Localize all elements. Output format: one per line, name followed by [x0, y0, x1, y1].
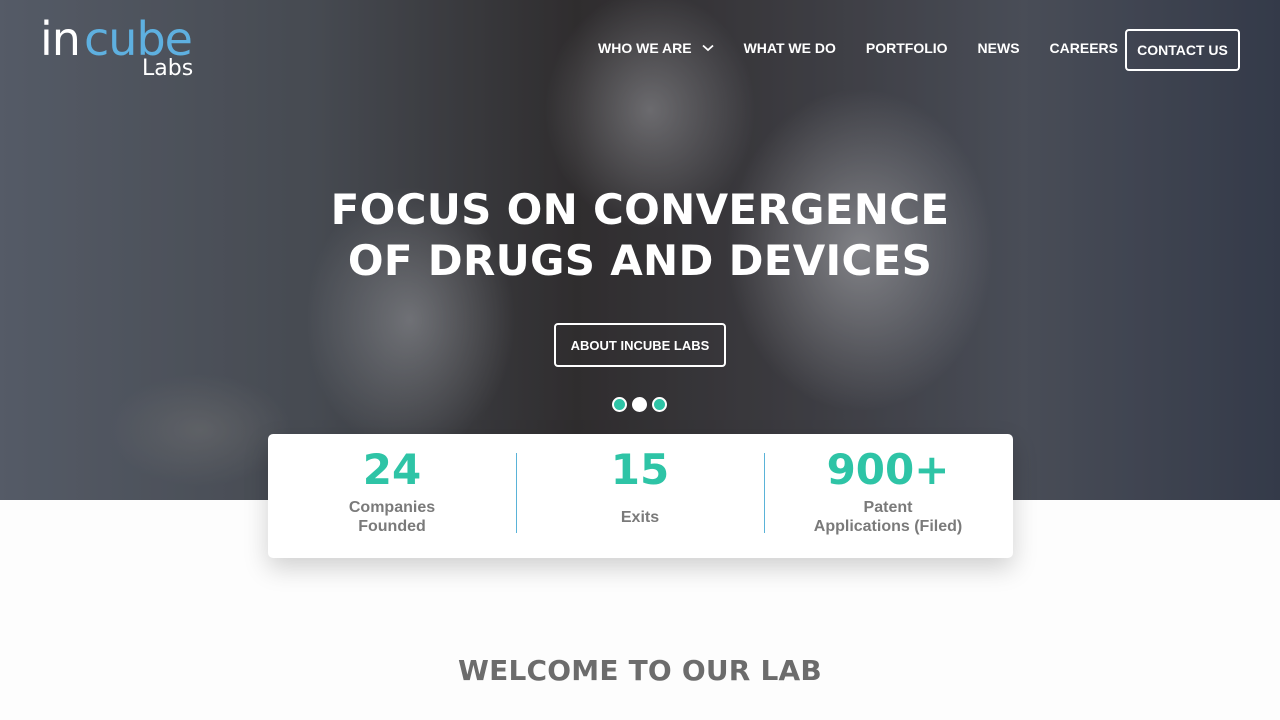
nav-item-label: PORTFOLIO	[865, 40, 948, 56]
stat-label-line: Companies	[348, 499, 436, 516]
about-incube-labs-button[interactable]: ABOUT INCUBE LABS	[554, 323, 726, 367]
slide-dot-1[interactable]	[612, 397, 627, 412]
nav-item-news[interactable]: NEWS	[978, 40, 1020, 56]
contact-us-button[interactable]: CONTACT US	[1125, 29, 1240, 71]
hero-headline: FOCUS ON CONVERGENCE OF DRUGS AND DEVICE…	[240, 184, 1040, 286]
stat-label: Exits	[516, 508, 764, 527]
main-nav: WHO WE ARE WHAT WE DO PORTFOLIO NEWS CAR…	[598, 38, 1148, 58]
nav-item-careers[interactable]: CAREERS	[1050, 40, 1118, 56]
logo-text-in: in	[40, 12, 81, 66]
stat-value: 15	[610, 445, 670, 494]
stat-value: 24	[362, 445, 422, 494]
stat-label-line: Founded	[358, 518, 426, 535]
stat-companies-founded: 24 Companies Founded	[268, 434, 516, 558]
nav-item-label: WHO WE ARE	[598, 40, 692, 56]
hero-headline-line-1: FOCUS ON CONVERGENCE	[330, 185, 950, 234]
nav-item-label: NEWS	[977, 40, 1020, 56]
hero-banner: in cube Labs WHO WE ARE WHAT WE DO PORTF…	[0, 0, 1280, 500]
stat-label-line: Patent	[863, 499, 913, 516]
stat-label: Companies Founded	[268, 498, 516, 536]
nav-item-who-we-are[interactable]: WHO WE ARE	[598, 40, 714, 56]
nav-item-what-we-do[interactable]: WHAT WE DO	[744, 40, 836, 56]
stat-exits: 15 Exits	[516, 434, 764, 558]
stat-patent-applications: 900+ Patent Applications (Filed)	[764, 434, 1012, 558]
nav-item-portfolio[interactable]: PORTFOLIO	[866, 40, 948, 56]
hero-headline-line-2: OF DRUGS AND DEVICES	[347, 236, 933, 285]
slide-dot-2[interactable]	[632, 397, 647, 412]
stat-label-line: Exits	[620, 509, 660, 526]
stats-card: 24 Companies Founded 15 Exits 900+ Paten…	[268, 434, 1013, 558]
chevron-down-icon	[701, 44, 714, 52]
welcome-heading: WELCOME TO OUR LAB	[458, 654, 822, 687]
incube-labs-logo[interactable]: in cube Labs	[40, 12, 215, 84]
nav-item-label: CAREERS	[1049, 40, 1119, 56]
slide-dot-3[interactable]	[652, 397, 667, 412]
logo-text-labs: Labs	[142, 56, 194, 81]
stat-value: 900+	[826, 445, 950, 494]
nav-item-label: WHAT WE DO	[743, 40, 836, 56]
stat-label-line: Applications (Filed)	[813, 518, 963, 535]
stat-label: Patent Applications (Filed)	[764, 498, 1012, 536]
slider-pagination	[612, 397, 672, 412]
